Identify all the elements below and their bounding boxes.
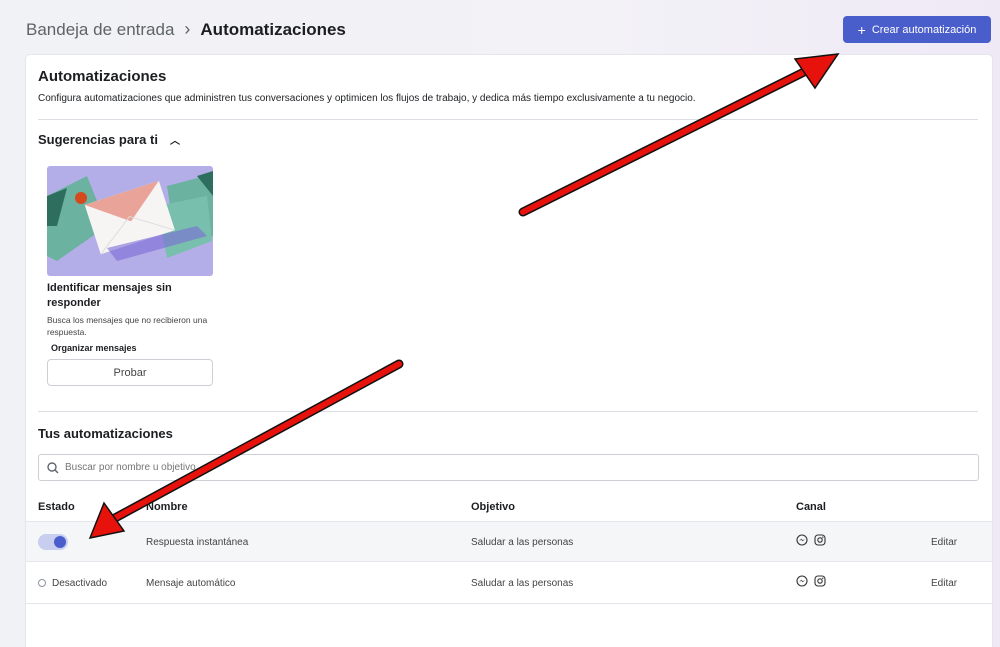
instagram-icon xyxy=(814,534,826,546)
channel-icons xyxy=(796,534,826,546)
suggestion-category: Organizar mensajes xyxy=(51,343,137,353)
instagram-icon xyxy=(814,575,826,587)
your-automations-title: Tus automatizaciones xyxy=(38,426,173,441)
suggestion-description: Busca los mensajes que no recibieron una… xyxy=(47,315,208,337)
create-automation-label: Crear automatización xyxy=(871,23,977,36)
table-row[interactable]: Desactivado Mensaje automático Saludar a… xyxy=(26,563,992,604)
automations-card: Automatizaciones Configura automatizacio… xyxy=(26,55,992,647)
divider xyxy=(38,119,978,120)
breadcrumb-inbox[interactable]: Bandeja de entrada xyxy=(26,20,174,40)
column-status: Estado xyxy=(38,501,75,513)
plus-icon: + xyxy=(857,21,866,38)
status-toggle[interactable] xyxy=(38,534,68,550)
search-input[interactable] xyxy=(65,462,925,473)
table-row[interactable]: Respuesta instantánea Saludar a las pers… xyxy=(26,521,992,562)
messenger-icon xyxy=(796,534,808,546)
section-title: Automatizaciones xyxy=(38,68,167,85)
top-bar: Bandeja de entrada › Automatizaciones + … xyxy=(0,0,1000,56)
status-label: Desactivado xyxy=(52,578,108,589)
breadcrumb: Bandeja de entrada › Automatizaciones xyxy=(26,19,346,40)
automation-name: Mensaje automático xyxy=(146,578,236,589)
status-inactive[interactable]: Desactivado xyxy=(38,578,107,589)
page-title: Automatizaciones xyxy=(200,19,346,39)
messenger-icon xyxy=(796,575,808,587)
try-button[interactable]: Probar xyxy=(47,359,213,386)
edit-link[interactable]: Editar xyxy=(931,537,957,548)
search-icon xyxy=(47,461,59,473)
edit-link[interactable]: Editar xyxy=(931,578,957,589)
column-channel: Canal xyxy=(796,501,826,513)
suggestions-toggle[interactable]: Sugerencias para ti ︿ xyxy=(38,132,180,147)
automation-name: Respuesta instantánea xyxy=(146,537,249,548)
section-description: Configura automatizaciones que administr… xyxy=(38,93,696,104)
divider xyxy=(38,411,978,412)
channel-icons xyxy=(796,575,826,587)
table-header: Estado Nombre Objetivo Canal xyxy=(26,495,992,521)
chevron-up-icon: ︿ xyxy=(169,136,180,147)
search-field[interactable] xyxy=(38,454,979,481)
create-automation-button[interactable]: + Crear automatización xyxy=(843,16,991,43)
radio-icon xyxy=(38,579,46,587)
suggestions-title: Sugerencias para ti xyxy=(38,132,158,147)
envelope-illustration xyxy=(47,166,213,276)
chevron-right-icon: › xyxy=(184,19,191,39)
column-name: Nombre xyxy=(146,501,188,513)
automation-goal: Saludar a las personas xyxy=(471,578,574,589)
automation-goal: Saludar a las personas xyxy=(471,537,574,548)
column-goal: Objetivo xyxy=(471,501,516,513)
suggestion-card: Identificar mensajes sin responder Busca… xyxy=(47,166,213,386)
suggestion-title: Identificar mensajes sin responder xyxy=(47,282,172,309)
toggle-knob xyxy=(54,536,66,548)
